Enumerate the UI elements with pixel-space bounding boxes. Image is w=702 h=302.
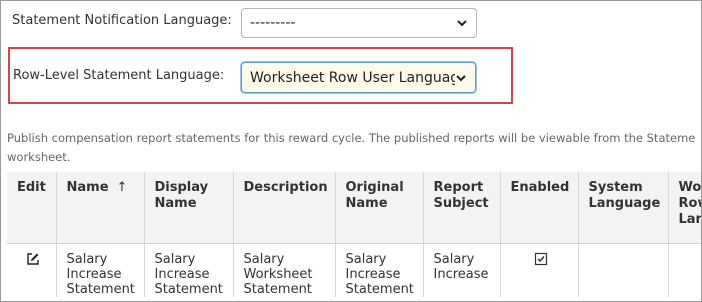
chevron-down-icon xyxy=(456,74,466,81)
edit-icon[interactable] xyxy=(26,252,40,266)
row-level-statement-language-select[interactable]: Worksheet Row User Language xyxy=(241,62,476,93)
column-header-name[interactable]: Name ↑ xyxy=(56,172,145,244)
table-header-row: Edit Name ↑ Display Name Description Origi… xyxy=(7,172,701,244)
description-line-1: Publish compensation report statements f… xyxy=(7,131,696,145)
publish-statements-panel: Statement Notification Language: -------… xyxy=(0,0,702,302)
statement-notification-language-label: Statement Notification Language: xyxy=(12,13,232,28)
table-row: Salary Increase Statement Salary Increase St… xyxy=(7,243,701,297)
name-header-label: Name xyxy=(66,180,109,195)
column-header-system-language: System Language xyxy=(578,172,669,244)
column-header-description: Description xyxy=(233,172,336,244)
display-name-cell: Salary Increase Statement xyxy=(144,243,234,297)
original-name-cell: Salary Increase Statement xyxy=(335,243,424,297)
column-header-enabled: Enabled xyxy=(500,172,579,244)
column-header-worksheet-row-language: WoRowLan xyxy=(668,172,701,244)
enabled-cell xyxy=(500,243,579,297)
row-level-statement-language-value: Worksheet Row User Language xyxy=(250,69,455,86)
name-cell: Salary Increase Statement xyxy=(56,243,145,297)
statement-notification-language-value: --------- xyxy=(250,15,296,31)
statement-notification-language-select[interactable]: --------- xyxy=(241,8,477,38)
checkbox-checked-icon[interactable] xyxy=(534,252,548,266)
row-level-statement-language-label: Row-Level Statement Language: xyxy=(13,68,225,83)
description-line-2: worksheet. xyxy=(7,150,71,164)
system-language-cell xyxy=(578,243,669,297)
statements-table: Edit Name ↑ Display Name Description Origi… xyxy=(7,172,701,297)
description-cell: Salary Worksheet Statement xyxy=(233,243,336,297)
chevron-down-icon xyxy=(457,20,467,27)
worksheet-row-language-cell xyxy=(668,243,701,297)
sort-ascending-icon[interactable]: ↑ xyxy=(117,180,128,196)
column-header-display-name: Display Name xyxy=(144,172,234,244)
report-subject-cell: Salary Increase xyxy=(423,243,501,297)
column-header-original-name: Original Name xyxy=(335,172,424,244)
edit-cell xyxy=(7,243,57,297)
publish-description: Publish compensation report statements f… xyxy=(7,129,701,167)
column-header-report-subject: Report Subject xyxy=(423,172,501,244)
column-header-edit: Edit xyxy=(7,172,57,244)
